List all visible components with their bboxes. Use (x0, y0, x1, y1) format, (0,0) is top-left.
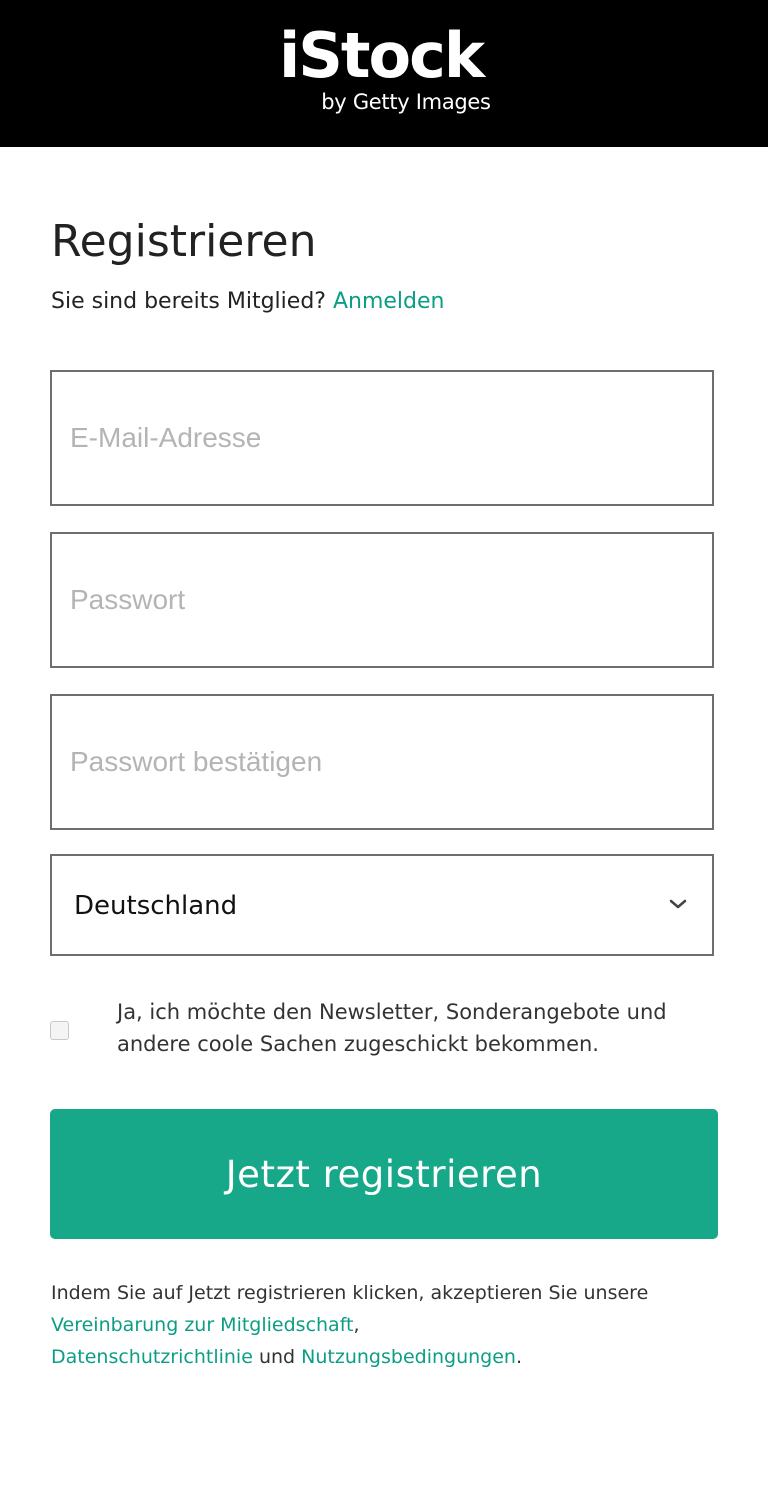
logo-wordmark: iStock (278, 19, 485, 92)
privacy-policy-link[interactable]: Datenschutzrichtlinie (51, 1346, 253, 1368)
password-field[interactable] (52, 534, 712, 666)
member-prompt-text: Sie sind bereits Mitglied? (51, 289, 326, 314)
membership-agreement-link[interactable]: Vereinbarung zur Mitgliedschaft (51, 1314, 354, 1336)
member-prompt-line: Sie sind bereits Mitglied? Anmelden (51, 287, 444, 317)
password-confirm-field[interactable] (52, 696, 712, 828)
chevron-down-icon (669, 899, 687, 909)
terms-of-use-link[interactable]: Nutzungsbedingungen (301, 1346, 516, 1368)
country-select[interactable]: Deutschland (50, 854, 714, 956)
country-selected-value: Deutschland (74, 891, 238, 921)
legal-conjunction: und (258, 1346, 296, 1368)
legal-suffix: . (515, 1346, 522, 1368)
register-button[interactable]: Jetzt registrieren (50, 1109, 718, 1239)
logo-tagline: by Getty Images (321, 90, 491, 114)
legal-separator: , (353, 1314, 360, 1336)
newsletter-label: Ja, ich möchte den Newsletter, Sonderang… (117, 1000, 667, 1056)
istock-logo[interactable]: iStock by Getty Images (0, 19, 768, 115)
page-title: Registrieren (51, 216, 317, 267)
password-confirm-field-box (50, 694, 714, 830)
password-field-box (50, 532, 714, 668)
email-field[interactable] (52, 372, 712, 504)
legal-prefix: Indem Sie auf Jetzt registrieren klicken… (51, 1282, 649, 1304)
login-link[interactable]: Anmelden (333, 289, 445, 314)
newsletter-checkbox[interactable] (50, 1021, 69, 1040)
email-field-box (50, 370, 714, 506)
legal-notice: Indem Sie auf Jetzt registrieren klicken… (51, 1277, 731, 1373)
header-bar: iStock by Getty Images (0, 0, 768, 147)
